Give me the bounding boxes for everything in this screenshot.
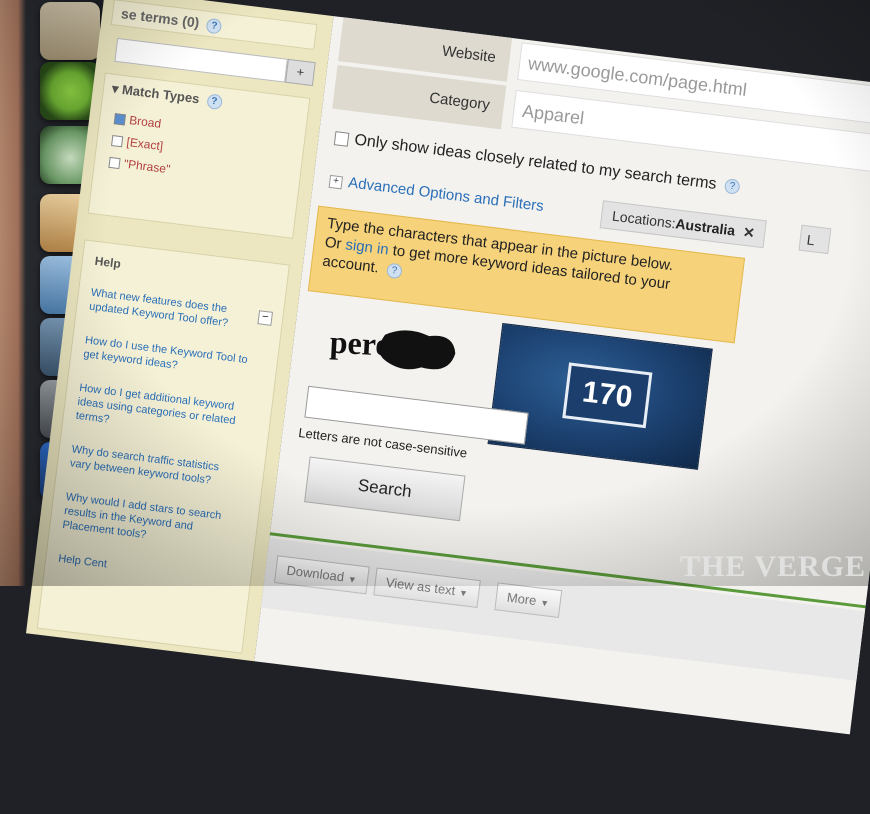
match-option-broad[interactable]: Broad — [113, 111, 162, 131]
advanced-options-link[interactable]: + Advanced Options and Filters — [328, 172, 545, 215]
filter-chip[interactable]: L — [798, 224, 832, 255]
help-link[interactable]: How do I use the Keyword Tool to get key… — [83, 333, 255, 382]
help-title: Help — [94, 253, 122, 271]
search-button[interactable]: Search — [304, 456, 466, 522]
help-link[interactable]: Why would I add stars to search results … — [62, 490, 236, 552]
captcha-number: 170 — [562, 362, 653, 429]
more-button[interactable]: More ▼ — [494, 582, 562, 618]
match-types-panel: ▾ Match Types ? Broad [Exact] "Phrase" — [87, 72, 311, 239]
terms-header-label: se terms (0) — [120, 5, 201, 31]
close-icon[interactable]: ✕ — [742, 224, 756, 241]
help-icon[interactable]: ? — [723, 178, 741, 196]
add-term-button[interactable]: + — [285, 58, 316, 87]
terms-input[interactable] — [114, 37, 288, 83]
match-types-title[interactable]: ▾ Match Types ? — [111, 81, 223, 111]
chevron-down-icon: ▼ — [347, 574, 358, 586]
verge-watermark: THE VERGE — [680, 550, 866, 583]
match-option-phrase[interactable]: "Phrase" — [108, 155, 171, 176]
help-link[interactable]: Help Cent — [57, 552, 227, 587]
help-icon[interactable]: ? — [205, 93, 223, 111]
expand-icon[interactable]: + — [328, 174, 344, 189]
checkbox-icon[interactable] — [333, 130, 350, 147]
captcha-word-text: peroic — [329, 324, 415, 364]
captcha-number-image: 170 — [487, 322, 713, 470]
checkbox-icon[interactable] — [110, 135, 124, 148]
chevron-down-icon: ▼ — [539, 597, 550, 609]
location-filter-chip[interactable]: Locations:Australia ✕ — [599, 200, 768, 249]
help-icon[interactable]: ? — [386, 262, 403, 279]
help-icon[interactable]: ? — [206, 17, 223, 35]
chevron-down-icon: ▼ — [458, 587, 469, 599]
checkbox-checked-icon[interactable] — [113, 113, 126, 126]
match-option-exact[interactable]: [Exact] — [110, 133, 164, 153]
help-link[interactable]: What new features does the updated Keywo… — [88, 286, 260, 335]
captcha-word-image: peroic — [329, 324, 456, 370]
help-link[interactable]: Why do search traffic statistics vary be… — [69, 442, 241, 491]
keyword-tool-screen: se terms (0) ? + ▾ Match Types ? Broad [… — [0, 0, 870, 814]
help-panel: Help – What new features does the update… — [36, 239, 290, 654]
main-panel: Website www.google.com/page.html Categor… — [254, 16, 870, 735]
view-as-text-button[interactable]: View as text ▼ — [373, 567, 481, 609]
checkbox-icon[interactable] — [108, 157, 121, 170]
download-button[interactable]: Download ▼ — [273, 555, 370, 595]
help-link[interactable]: How do I get additional keyword ideas us… — [75, 381, 249, 443]
